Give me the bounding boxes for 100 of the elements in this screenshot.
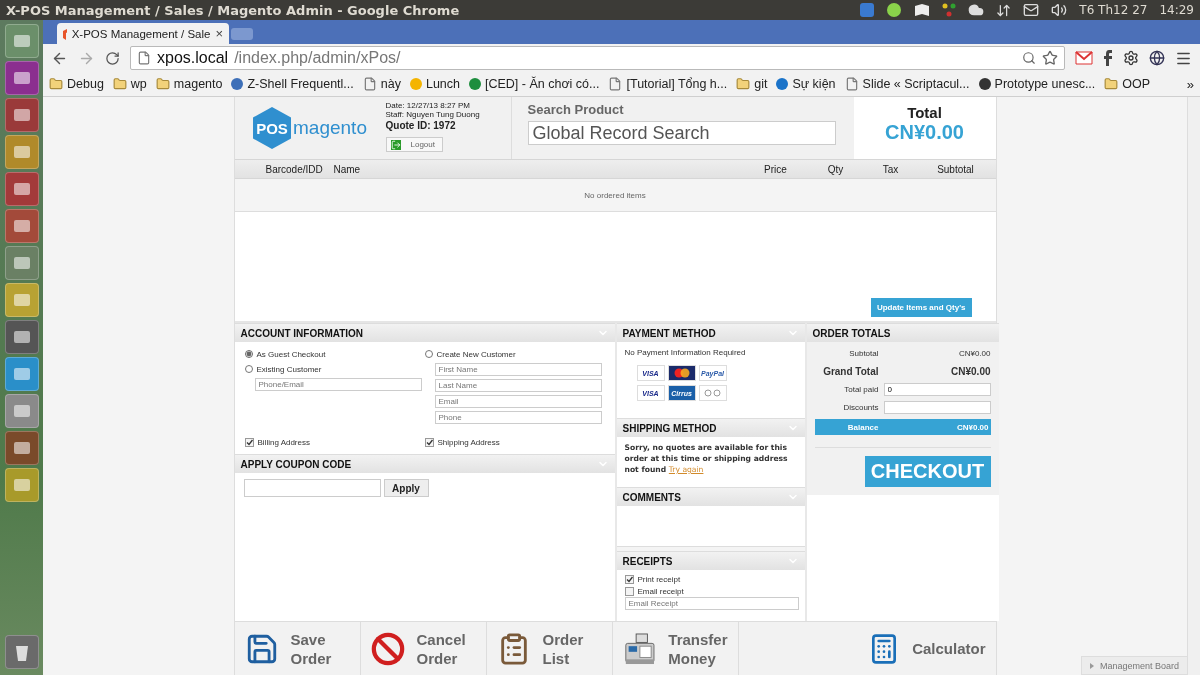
reload-icon[interactable] (105, 50, 120, 66)
action-button[interactable]: Calculator (858, 622, 996, 675)
bookmark-link[interactable]: git (736, 77, 768, 91)
section-header[interactable]: APPLY COUPON CODE (234, 454, 615, 473)
launcher-app-icon[interactable] (4, 468, 39, 502)
bookmark-link[interactable]: Prototype unesc... (978, 77, 1096, 91)
more-bookmarks-button[interactable]: » (1186, 76, 1194, 92)
trash-icon[interactable] (4, 635, 39, 669)
column-header: Qty (826, 163, 845, 175)
bookmark-link[interactable]: Lunch (409, 77, 460, 91)
discounts-label: Discounts (842, 402, 879, 412)
checkbox-option[interactable]: Print receipt (624, 573, 797, 585)
launcher-app-icon[interactable] (4, 394, 39, 428)
globe-icon[interactable] (1149, 50, 1165, 66)
star-icon[interactable] (1042, 50, 1058, 66)
bookmark-link[interactable]: [Tutorial] Tổng h... (608, 77, 728, 91)
bookmark-link[interactable]: wp (112, 77, 147, 91)
section-header[interactable]: SHIPPING METHOD (616, 418, 805, 437)
radio-option[interactable]: Create New Customer (424, 348, 605, 360)
tray-app-icon[interactable] (886, 2, 903, 18)
tab-close-button[interactable]: × (215, 26, 223, 41)
customer-field[interactable]: Last Name (434, 379, 602, 392)
bookmark-link[interactable]: Z-Shell Frequentl... (231, 77, 354, 91)
section-header[interactable]: ACCOUNT INFORMATION (234, 323, 615, 342)
total-label: Total (907, 104, 942, 121)
launcher-app-icon[interactable] (4, 283, 39, 317)
settings-icon[interactable] (1123, 50, 1139, 66)
total-paid-field[interactable]: 0 (883, 382, 991, 396)
folder-icon (112, 77, 127, 91)
tray-app-icon[interactable] (914, 3, 931, 17)
coupon-field[interactable] (243, 479, 381, 497)
bookmark-link[interactable]: OOP (1104, 77, 1151, 91)
section-header[interactable]: RECEIPTS (616, 551, 805, 570)
discounts-field[interactable] (883, 400, 991, 414)
email-receipt-field[interactable]: Email Receipt (624, 597, 799, 610)
logout-icon (390, 139, 401, 150)
launcher-app-icon[interactable] (4, 357, 39, 391)
action-button[interactable]: Cancel Order (360, 622, 487, 675)
checkbox-option[interactable]: Email receipt (624, 585, 797, 597)
launcher-app-icon[interactable] (4, 61, 39, 95)
section-header[interactable]: COMMENTS (616, 487, 805, 506)
card-logo (667, 365, 696, 381)
bookmark-link[interactable]: Sự kiện (776, 77, 836, 91)
date-text[interactable]: T6 Th12 27 (1079, 3, 1148, 17)
apply-button[interactable]: Apply (383, 479, 429, 497)
network-icon[interactable] (996, 2, 1012, 18)
volume-icon[interactable] (1051, 2, 1068, 18)
launcher-app-icon[interactable] (4, 24, 39, 58)
checkbox-option[interactable]: Billing Address (244, 436, 425, 448)
customer-field[interactable]: First Name (434, 363, 602, 376)
launcher-app-icon[interactable] (4, 320, 39, 354)
search-label: Search Product (527, 102, 625, 117)
bookmark-link[interactable]: Slide « Scriptacul... (844, 77, 970, 91)
search-field[interactable]: Global Record Search (527, 121, 836, 145)
radio-option[interactable]: As Guest Checkout (244, 348, 425, 360)
address-bar[interactable]: xpos.local /index.php/admin/xPos/ (130, 46, 1065, 70)
page-icon (844, 77, 859, 91)
logout-button[interactable]: Logout (385, 137, 443, 152)
radio-button[interactable] (244, 365, 253, 373)
launcher-app-icon[interactable] (4, 172, 39, 206)
customer-field[interactable]: Phone (434, 411, 602, 424)
bookmark-link[interactable]: [CED] - Ăn chơi có... (469, 77, 600, 91)
radio-button[interactable] (424, 350, 433, 358)
launcher-app-icon[interactable] (4, 98, 39, 132)
checkbox[interactable] (244, 437, 254, 447)
search-icon[interactable] (1022, 51, 1036, 65)
mail-extension-icon[interactable] (1075, 51, 1093, 65)
column-header: Barcode/IDD (265, 163, 324, 175)
mail-icon[interactable] (1023, 2, 1040, 18)
clock-text[interactable]: 14:29 (1159, 3, 1194, 17)
bookmark-link[interactable]: magento (155, 77, 223, 91)
bookmark-link[interactable]: này (362, 77, 401, 91)
phone-email-field[interactable]: Phone/Email (254, 378, 422, 391)
launcher-app-icon[interactable] (4, 135, 39, 169)
checkbox[interactable] (424, 437, 434, 447)
browser-tab[interactable]: X-POS Management / Sale × (57, 23, 229, 44)
radio-option[interactable]: Existing Customer (244, 363, 425, 375)
checkbox[interactable] (624, 586, 634, 596)
tray-app-icon[interactable] (942, 3, 957, 17)
logo-text: magento (293, 117, 367, 139)
action-button[interactable]: Save Order (234, 622, 361, 675)
scrollbar[interactable] (1187, 97, 1200, 675)
management-board-tab[interactable]: Management Board (1080, 656, 1188, 675)
launcher-app-icon[interactable] (4, 209, 39, 243)
launcher-app-icon[interactable] (4, 431, 39, 465)
cancel-icon (370, 631, 405, 666)
action-button[interactable]: Transfer Money (612, 622, 739, 675)
bookmark-link[interactable]: Debug (49, 77, 104, 91)
customer-field[interactable]: Email (434, 395, 602, 408)
subtotal-value: CN¥0.00 (957, 348, 991, 358)
checkbox-option[interactable]: Shipping Address (424, 436, 605, 448)
launcher-app-icon[interactable] (4, 246, 39, 280)
section-header[interactable]: PAYMENT METHOD (616, 323, 805, 342)
column-header: Tax (881, 163, 900, 175)
staff-text: Staff: Nguyen Tung Duong (385, 110, 481, 119)
radio-button[interactable] (244, 350, 253, 358)
checkbox[interactable] (624, 574, 634, 584)
social-extension-icon[interactable] (1103, 50, 1113, 66)
cloud-icon[interactable] (968, 2, 985, 18)
action-button[interactable]: Order List (486, 622, 613, 675)
